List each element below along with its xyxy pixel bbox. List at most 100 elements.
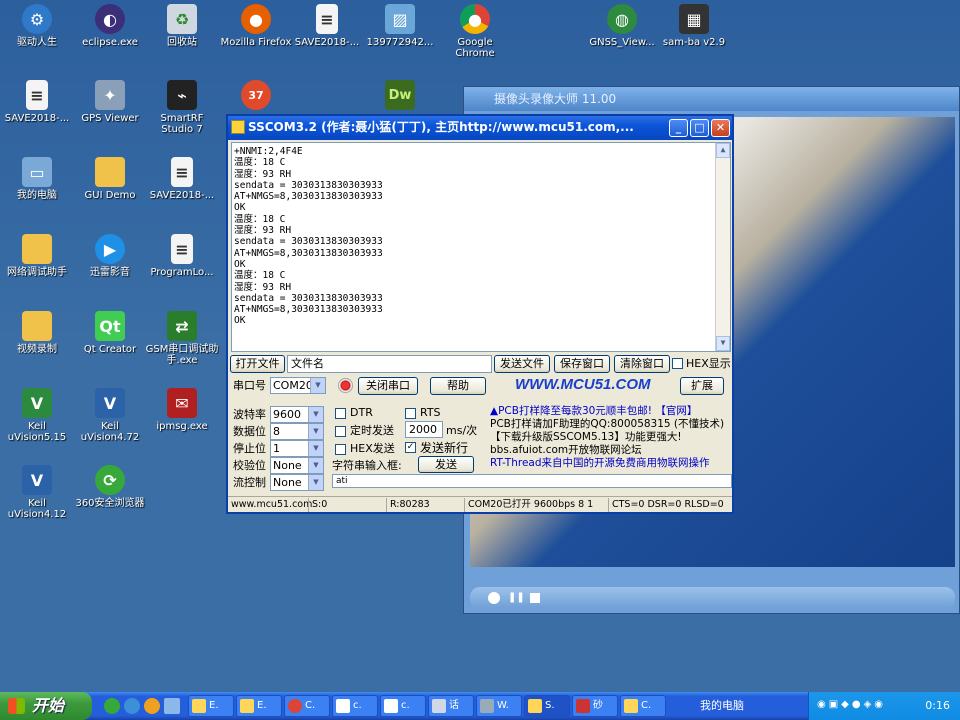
interval-field[interactable]: 2000 bbox=[405, 421, 443, 438]
desktop-icon-keil-412[interactable]: V Keil uVision4.12 bbox=[0, 465, 74, 520]
taskbar-item-2[interactable]: E. bbox=[236, 695, 282, 717]
folder-icon bbox=[240, 699, 254, 713]
ad-line-3[interactable]: 【下载升级版SSCOM5.13】功能更强大! bbox=[490, 431, 682, 443]
status-port: COM20已打开 9600bps 8 1 bbox=[464, 498, 593, 512]
desktop-icon-xunlei-player[interactable]: ▶ 迅雷影音 bbox=[73, 234, 147, 278]
desktop-icon-gnss-viewer[interactable]: ◍ GNSS_View... bbox=[585, 4, 659, 48]
taskbar-my-computer-label[interactable]: 我的电脑 bbox=[700, 692, 744, 720]
rts-checkbox[interactable] bbox=[405, 408, 416, 419]
360-browser-icon: ⟳ bbox=[95, 465, 125, 495]
desktop-icon-save2018-2[interactable]: ≡ SAVE2018-... bbox=[0, 80, 74, 124]
desktop-icon-keil-472[interactable]: V Keil uVision4.72 bbox=[73, 388, 147, 443]
desktop-icon-save2018[interactable]: ≡ SAVE2018-... bbox=[290, 4, 364, 48]
document-icon: ≡ bbox=[171, 157, 193, 187]
360-browser-quicklaunch-icon[interactable] bbox=[104, 698, 120, 714]
ad-line-1[interactable]: ▲PCB打样降至每款30元顺丰包邮! 【官网】 bbox=[490, 405, 697, 417]
desktop-icon-gui-demo[interactable]: GUI Demo bbox=[73, 157, 147, 201]
sscom-title-bar[interactable]: SSCOM3.2 (作者:聂小猛(丁丁), 主页http://www.mcu51… bbox=[228, 116, 732, 140]
qt-icon: Qt bbox=[95, 311, 125, 341]
taskbar-item-6[interactable]: 话 bbox=[428, 695, 474, 717]
send-newline-checkbox[interactable]: ✓ bbox=[405, 442, 416, 453]
taskbar-item-7[interactable]: W. bbox=[476, 695, 522, 717]
desktop-icon-gps-viewer[interactable]: ✦ GPS Viewer bbox=[73, 80, 147, 124]
media-quicklaunch-icon[interactable] bbox=[144, 698, 160, 714]
minimize-button[interactable]: _ bbox=[669, 119, 688, 137]
tray-icons[interactable]: ◉▣◆●◈◉ bbox=[817, 699, 886, 710]
camera-playback-controls[interactable]: ❚❚ bbox=[470, 587, 955, 609]
ad-line-5[interactable]: RT-Thread来自中国的开源免费商用物联网操作 bbox=[490, 457, 730, 469]
sscom-window[interactable]: SSCOM3.2 (作者:聂小猛(丁丁), 主页http://www.mcu51… bbox=[226, 114, 734, 514]
databits-select[interactable]: 8 ▼ bbox=[270, 423, 324, 440]
show-desktop-icon[interactable] bbox=[164, 698, 180, 714]
desktop-icon-programlo[interactable]: ≡ ProgramLo... bbox=[145, 234, 219, 278]
taskbar-item-1[interactable]: E. bbox=[188, 695, 234, 717]
taskbar-item-3[interactable]: C. bbox=[284, 695, 330, 717]
input-label: 字符串输入框: bbox=[332, 459, 402, 472]
desktop-icon-gsm-serial[interactable]: ⇄ GSM串口调试助手.exe bbox=[145, 311, 219, 366]
ie-quicklaunch-icon[interactable] bbox=[124, 698, 140, 714]
timed-send-checkbox[interactable] bbox=[335, 426, 346, 437]
start-button[interactable]: 开始 bbox=[0, 692, 92, 720]
receive-line: 湿度：93 RH bbox=[234, 168, 292, 180]
filename-field[interactable]: 文件名 bbox=[287, 355, 492, 373]
port-status-indicator-icon bbox=[338, 378, 353, 393]
taskbar-item-sscom[interactable]: S. bbox=[524, 695, 570, 717]
hex-send-checkbox[interactable] bbox=[335, 444, 346, 455]
send-input[interactable]: ati bbox=[332, 474, 732, 488]
desktop-icon-sam-ba[interactable]: ▦ sam-ba v2.9 bbox=[657, 4, 731, 48]
desktop-icon-save2018-3[interactable]: ≡ SAVE2018-... bbox=[145, 157, 219, 201]
ad-line-2[interactable]: PCB打样请加F助理的QQ:800058315 (不懂技术) bbox=[490, 418, 724, 430]
desktop-icon-recycle-bin[interactable]: ♻ 回收站 bbox=[145, 4, 219, 48]
maximize-button[interactable]: □ bbox=[690, 119, 709, 137]
desktop-icon-image-file[interactable]: ▨ 139772942... bbox=[363, 4, 437, 48]
desktop-icon-firefox[interactable]: ● Mozilla Firefox bbox=[219, 4, 293, 48]
port-label: 串口号 bbox=[233, 379, 266, 392]
flow-select[interactable]: None ▼ bbox=[270, 474, 324, 491]
desktop-icon-keil-515[interactable]: V Keil uVision5.15 bbox=[0, 388, 74, 443]
taskbar-item-4[interactable]: c. bbox=[332, 695, 378, 717]
desktop-icon-video-record[interactable]: 视频录制 bbox=[0, 311, 74, 355]
desktop-icon-chrome[interactable]: ● Google Chrome bbox=[438, 4, 512, 59]
desktop-icon-dreamweaver[interactable]: Dw bbox=[363, 80, 437, 113]
close-port-button[interactable]: 关闭串口 bbox=[358, 377, 418, 395]
ad-line-4[interactable]: bbs.afuiot.com开放物联网论坛 bbox=[490, 444, 642, 456]
dtr-checkbox[interactable] bbox=[335, 408, 346, 419]
windows-logo-icon bbox=[8, 698, 25, 714]
port-select[interactable]: COM20 ▼ bbox=[270, 377, 326, 394]
clear-window-button[interactable]: 清除窗口 bbox=[614, 355, 670, 373]
desktop-icon-ipmsg[interactable]: ✉ ipmsg.exe bbox=[145, 388, 219, 432]
clock[interactable]: 0:16 bbox=[925, 692, 950, 720]
play-icon[interactable] bbox=[488, 592, 500, 604]
hex-display-checkbox[interactable] bbox=[672, 358, 683, 369]
stop-icon[interactable] bbox=[530, 593, 540, 603]
expand-button[interactable]: 扩展 bbox=[680, 377, 724, 395]
desktop-icon-my-computer[interactable]: ▭ 我的电脑 bbox=[0, 157, 74, 201]
desktop-icon-driver-life[interactable]: ⚙ 驱动人生 bbox=[0, 4, 74, 48]
receive-area[interactable]: +NNMI:2,4F4E 温度：18 C 湿度：93 RH sendata = 303… bbox=[231, 142, 731, 352]
close-button[interactable]: ✕ bbox=[711, 119, 730, 137]
baud-select[interactable]: 9600 ▼ bbox=[270, 406, 324, 423]
receive-line: OK bbox=[234, 258, 246, 270]
taskbar-item-9[interactable]: 砂 bbox=[572, 695, 618, 717]
pause-icon[interactable]: ❚❚ bbox=[508, 592, 525, 603]
receive-scrollbar[interactable]: ▲ ▼ bbox=[715, 143, 730, 351]
save-window-button[interactable]: 保存窗口 bbox=[554, 355, 610, 373]
send-button[interactable]: 发送 bbox=[418, 456, 474, 473]
taskbar-item-5[interactable]: c. bbox=[380, 695, 426, 717]
help-button[interactable]: 帮助 bbox=[430, 377, 486, 395]
open-file-button[interactable]: 打开文件 bbox=[230, 355, 285, 373]
taskbar-item-10[interactable]: C. bbox=[620, 695, 666, 717]
desktop-icon-qt-creator[interactable]: Qt Qt Creator bbox=[73, 311, 147, 355]
desktop-icon-eclipse[interactable]: ◐ eclipse.exe bbox=[73, 4, 147, 48]
desktop-icon-360-badge[interactable]: 37 bbox=[219, 80, 293, 113]
desktop-icon-smartrf[interactable]: ⌁ SmartRF Studio 7 bbox=[145, 80, 219, 135]
desktop-icon-network-debug[interactable]: 网络调试助手 bbox=[0, 234, 74, 278]
parity-select[interactable]: None ▼ bbox=[270, 457, 324, 474]
stopbits-select[interactable]: 1 ▼ bbox=[270, 440, 324, 457]
computer-icon: ▭ bbox=[22, 157, 52, 187]
desktop-icon-360-browser[interactable]: ⟳ 360安全浏览器 bbox=[73, 465, 147, 509]
document-icon: ≡ bbox=[316, 4, 338, 34]
send-file-button[interactable]: 发送文件 bbox=[494, 355, 550, 373]
scroll-down-arrow-icon[interactable]: ▼ bbox=[716, 336, 730, 351]
scroll-up-arrow-icon[interactable]: ▲ bbox=[716, 143, 730, 158]
